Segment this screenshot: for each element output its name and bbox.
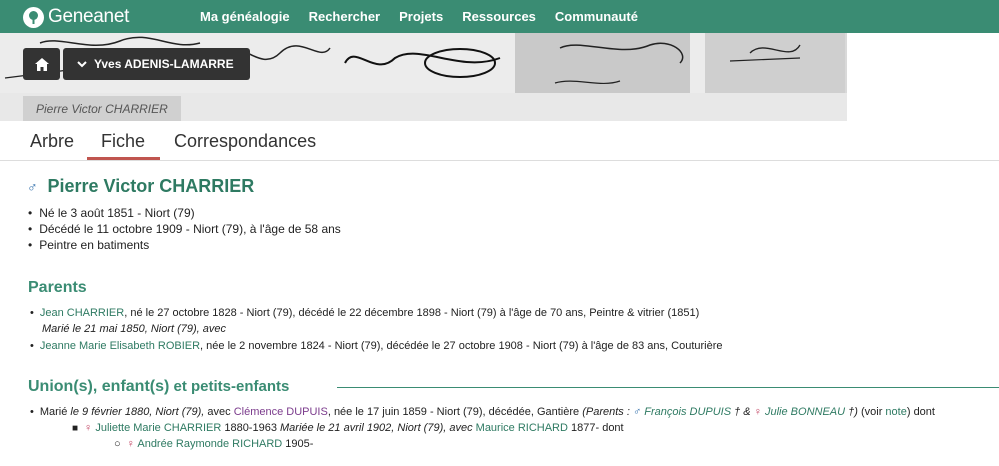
child-line: ■ ♀ Juliette Marie CHARRIER 1880-1963 Mar…: [72, 422, 624, 434]
grandchild-line: ○ ♀ Andrée Raymonde RICHARD 1905-: [114, 438, 314, 450]
child-spouse-years: 1877- dont: [567, 422, 624, 434]
section-divider: [337, 387, 999, 388]
parents-heading: Parents: [28, 279, 87, 296]
marriage-date: le 9 février 1880, Niort (79),: [67, 406, 205, 418]
female-icon: ♀: [126, 438, 138, 450]
tab-bar: Arbre Fiche Correspondances: [0, 121, 999, 161]
active-tab-indicator: [87, 157, 160, 160]
child-spouse-link[interactable]: Maurice RICHARD: [476, 422, 568, 434]
father-details: , né le 27 octobre 1828 - Niort (79), dé…: [124, 307, 700, 319]
male-icon: ♂: [632, 406, 645, 418]
home-button[interactable]: [23, 48, 60, 80]
nav-item-ma-genealogie[interactable]: Ma généalogie: [200, 9, 290, 24]
unions-heading-main: Union(s), enfant(s): [28, 378, 170, 395]
avec-text: avec: [204, 406, 234, 418]
birth-fact: Né le 3 août 1851 - Niort (79): [28, 206, 341, 220]
mother-details: , née le 2 novembre 1824 - Niort (79), d…: [200, 340, 723, 352]
nav-item-projets[interactable]: Projets: [399, 9, 443, 24]
brand-name: Geneanet: [48, 6, 130, 27]
child-marriage: Mariée le 21 avril 1902, Niort (79), ave…: [280, 422, 476, 434]
home-icon: [34, 57, 49, 71]
union-line: • Marié le 9 février 1880, Niort (79), av…: [30, 406, 935, 418]
father-line: • Jean CHARRIER, né le 27 octobre 1828 - …: [30, 307, 700, 319]
spouse-details: , née le 17 juin 1859 - Niort (79), décé…: [327, 406, 583, 418]
child-link[interactable]: Juliette Marie CHARRIER: [95, 422, 221, 434]
female-icon: ♀: [753, 406, 765, 418]
grandchild-link[interactable]: Andrée Raymonde RICHARD: [137, 438, 282, 450]
nav-item-ressources[interactable]: Ressources: [462, 9, 536, 24]
nav-item-rechercher[interactable]: Rechercher: [309, 9, 381, 24]
tab-arbre[interactable]: Arbre: [30, 131, 74, 152]
parents-marriage: Marié le 21 mai 1850, Niort (79), avec: [42, 323, 227, 335]
tree-owner-name: Yves ADENIS-LAMARRE: [94, 57, 234, 71]
tab-correspondances[interactable]: Correspondances: [174, 131, 316, 152]
spouse-father-link[interactable]: François DUPUIS: [644, 406, 731, 418]
geneanet-logo[interactable]: Geneanet: [23, 6, 129, 28]
voir-open: (voir: [857, 406, 886, 418]
parents-close: †): [845, 406, 858, 418]
grandchild-years: 1905-: [282, 438, 314, 450]
person-title: ♂ Pierre Victor CHARRIER: [27, 176, 254, 197]
note-link[interactable]: note: [885, 406, 906, 418]
mother-line: • Jeanne Marie Elisabeth ROBIER, née le 2…: [30, 340, 723, 352]
mother-link[interactable]: Jeanne Marie Elisabeth ROBIER: [40, 340, 200, 352]
person-facts: Né le 3 août 1851 - Niort (79) Décédé le…: [28, 206, 341, 254]
person-name: Pierre Victor CHARRIER: [47, 176, 255, 196]
unions-heading: Union(s), enfant(s) et petits-enfants: [28, 378, 289, 396]
father-dagger: † &: [731, 406, 754, 418]
tree-owner-button[interactable]: Yves ADENIS-LAMARRE: [63, 48, 250, 80]
child-years: 1880-1963: [221, 422, 280, 434]
female-icon: ♀: [84, 422, 96, 434]
top-navigation-bar: Geneanet Ma généalogie Rechercher Projet…: [0, 0, 999, 33]
main-nav: Ma généalogie Rechercher Projets Ressour…: [200, 0, 657, 33]
voir-close: ) dont: [906, 406, 935, 418]
unions-heading-rest: et petits-enfants: [169, 378, 290, 395]
nav-item-communaute[interactable]: Communauté: [555, 9, 638, 24]
breadcrumb[interactable]: Pierre Victor CHARRIER: [23, 96, 181, 121]
death-fact: Décédé le 11 octobre 1909 - Niort (79), …: [28, 222, 341, 236]
occupation-fact: Peintre en batiments: [28, 238, 341, 252]
father-link[interactable]: Jean CHARRIER: [40, 307, 124, 319]
spouse-parents-open: (Parents :: [582, 406, 633, 418]
tree-icon: [23, 6, 44, 28]
tab-fiche[interactable]: Fiche: [101, 131, 145, 152]
male-icon: ♂: [27, 178, 38, 195]
marie-label: Marié: [39, 406, 68, 418]
chevron-down-icon: [77, 60, 87, 67]
spouse-mother-link[interactable]: Julie BONNEAU: [765, 406, 845, 418]
spouse-link[interactable]: Clémence DUPUIS: [234, 406, 328, 418]
